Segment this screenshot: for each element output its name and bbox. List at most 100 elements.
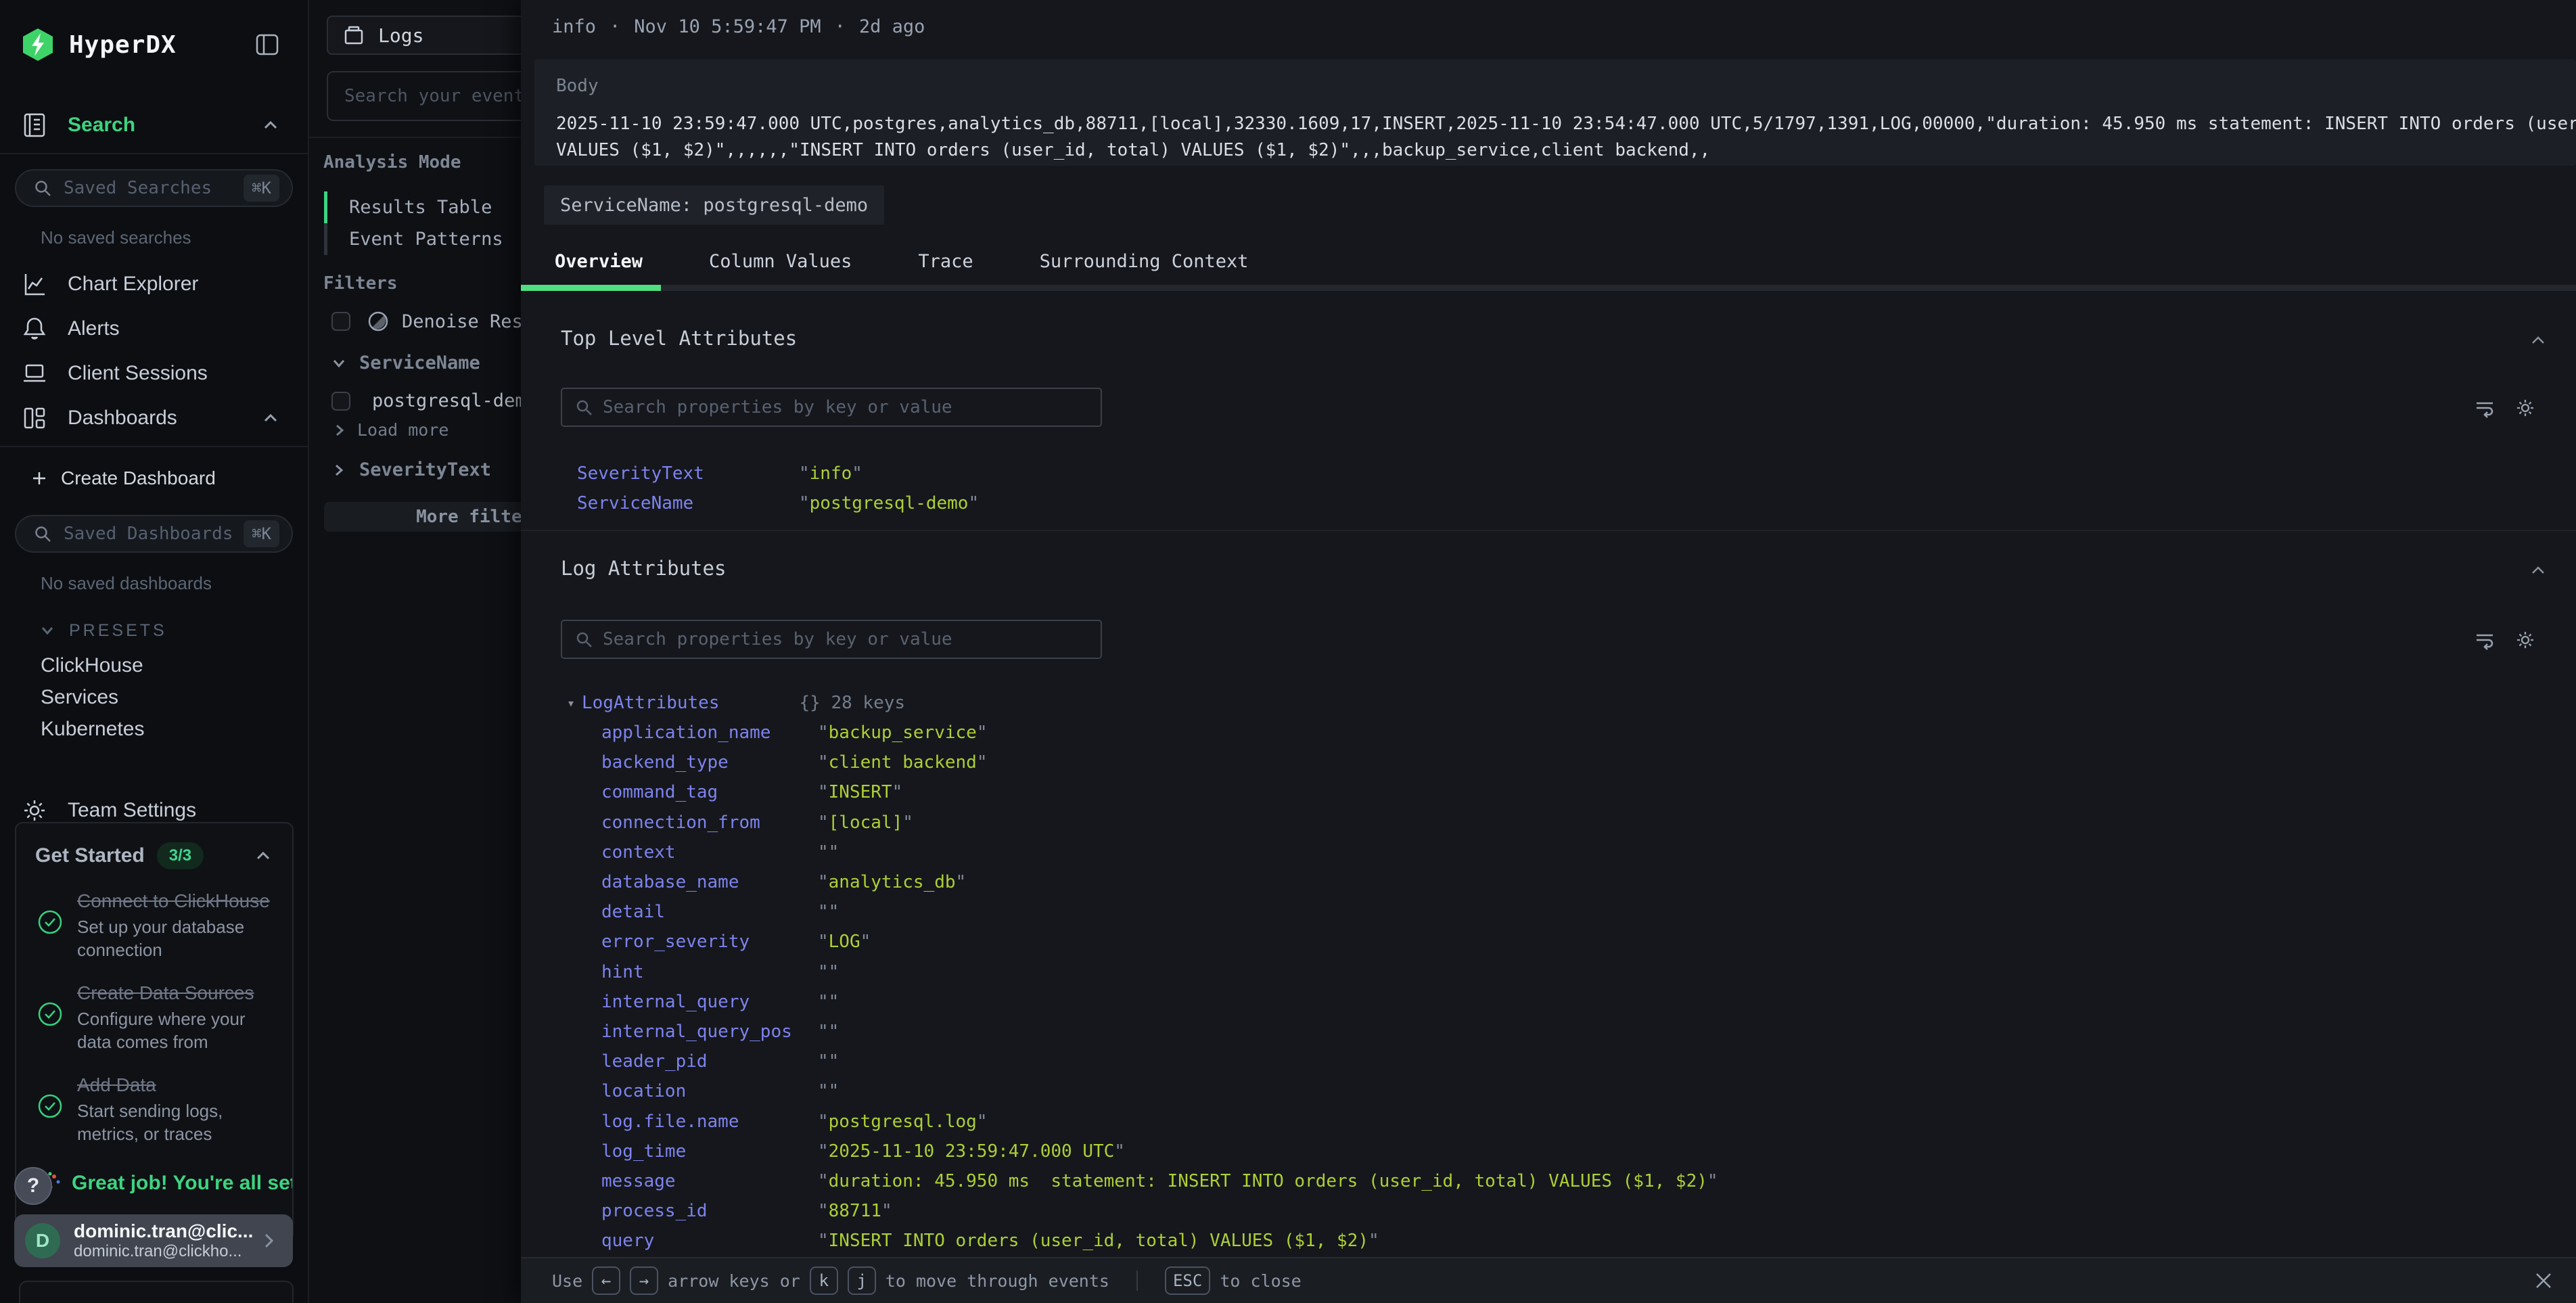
attribute-row[interactable]: SeverityText info <box>577 459 862 488</box>
attribute-value[interactable]: info <box>799 463 862 484</box>
caret-down-icon[interactable]: ▾ <box>567 695 582 711</box>
source-select[interactable]: Logs <box>327 16 550 55</box>
attribute-value[interactable] <box>818 1081 839 1101</box>
saved-searches-input[interactable]: Saved Searches ⌘K <box>15 169 293 207</box>
attribute-value[interactable]: INSERT INTO orders (user_id, total) VALU… <box>818 1231 1379 1251</box>
filter-group-severitytext[interactable]: SeverityText <box>329 459 491 480</box>
attribute-value[interactable]: 2025-11-10 23:59:47.000 UTC <box>818 1141 1125 1162</box>
get-started-item-add-data[interactable]: Add Data Start sending logs, metrics, or… <box>35 1074 273 1145</box>
tab-trace[interactable]: Trace <box>901 251 990 272</box>
user-menu[interactable]: D dominic.tran@clic... dominic.tran@clic… <box>14 1214 293 1267</box>
attribute-key[interactable]: detail <box>601 902 818 922</box>
text-wrap-icon[interactable] <box>2473 628 2496 652</box>
attribute-value[interactable]: client backend <box>818 752 987 773</box>
create-dashboard-button[interactable]: Create Dashboard <box>0 457 308 500</box>
attribute-key[interactable]: query <box>601 1231 818 1251</box>
attribute-row[interactable]: application_namebackup_service <box>601 718 2562 748</box>
help-button[interactable]: ? <box>14 1167 52 1205</box>
attribute-key[interactable]: leader_pid <box>601 1051 818 1072</box>
attribute-root-key[interactable]: LogAttributes <box>582 693 720 713</box>
gear-icon[interactable] <box>2514 396 2537 419</box>
attribute-value[interactable] <box>818 842 839 863</box>
attribute-row[interactable]: hint <box>601 957 2562 987</box>
attribute-value[interactable] <box>818 1022 839 1042</box>
attribute-key[interactable]: error_severity <box>601 932 818 952</box>
attribute-value[interactable]: [local] <box>818 813 913 833</box>
attribute-row[interactable]: log_time2025-11-10 23:59:47.000 UTC <box>601 1137 2562 1166</box>
attribute-row[interactable]: error_severityLOG <box>601 927 2562 957</box>
attribute-key[interactable]: ServiceName <box>577 493 799 513</box>
load-more-button[interactable]: Load more <box>331 420 448 440</box>
attribute-row[interactable]: location <box>601 1076 2562 1106</box>
esc-key[interactable]: ESC <box>1165 1266 1210 1295</box>
attribute-row[interactable]: detail <box>601 897 2562 927</box>
attribute-row[interactable]: queryINSERT INTO orders (user_id, total)… <box>601 1226 2562 1256</box>
attribute-key[interactable]: message <box>601 1171 818 1191</box>
attribute-key[interactable]: log.file.name <box>601 1112 818 1132</box>
preset-item-clickhouse[interactable]: ClickHouse <box>0 649 308 681</box>
attribute-key[interactable]: backend_type <box>601 752 818 773</box>
attribute-key[interactable]: log_time <box>601 1141 818 1162</box>
gear-icon[interactable] <box>2514 628 2537 652</box>
top-level-search-input[interactable]: Search properties by key or value <box>561 388 1102 427</box>
attribute-value[interactable]: backup_service <box>818 723 987 743</box>
attribute-row[interactable]: leader_pid <box>601 1047 2562 1076</box>
log-attributes-root-row[interactable]: ▾ LogAttributes {} 28 keys <box>567 688 905 718</box>
attribute-key[interactable]: internal_query_pos <box>601 1022 818 1042</box>
mode-event-patterns[interactable]: Event Patterns <box>324 223 503 255</box>
attribute-row[interactable]: process_id88711 <box>601 1196 2562 1226</box>
log-attributes-search-input[interactable]: Search properties by key or value <box>561 620 1102 659</box>
attribute-row[interactable]: internal_query_pos <box>601 1017 2562 1047</box>
attribute-row[interactable]: log.file.namepostgresql.log <box>601 1106 2562 1136</box>
close-icon[interactable] <box>2531 1268 2556 1293</box>
arrow-left-key[interactable]: ← <box>592 1266 620 1295</box>
sidebar-item-alerts[interactable]: Alerts <box>0 306 308 351</box>
attribute-value[interactable]: INSERT <box>818 782 902 802</box>
tab-overview[interactable]: Overview <box>538 251 660 272</box>
attribute-key[interactable]: database_name <box>601 872 818 892</box>
attribute-key[interactable]: process_id <box>601 1201 818 1221</box>
attribute-key[interactable]: application_name <box>601 723 818 743</box>
chevron-up-icon[interactable] <box>253 846 273 866</box>
preset-item-services[interactable]: Services <box>0 681 308 713</box>
attribute-key[interactable]: internal_query <box>601 992 818 1012</box>
attribute-value[interactable] <box>818 962 839 982</box>
text-wrap-icon[interactable] <box>2473 396 2496 419</box>
get-started-item-sources[interactable]: Create Data Sources Configure where your… <box>35 982 273 1053</box>
attribute-value[interactable]: LOG <box>818 932 871 952</box>
saved-dashboards-input[interactable]: Saved Dashboards ⌘K <box>15 515 293 553</box>
sidebar-item-dashboards[interactable]: Dashboards <box>0 396 308 440</box>
attribute-row[interactable]: ServiceName postgresql-demo <box>577 488 979 518</box>
checkbox-unchecked[interactable] <box>331 312 350 331</box>
collapse-section-icon[interactable] <box>2527 559 2549 581</box>
attribute-row[interactable]: context <box>601 838 2562 867</box>
get-started-item-connect[interactable]: Connect to ClickHouse Set up your databa… <box>35 890 273 961</box>
presets-toggle[interactable]: PRESETS <box>38 617 308 644</box>
attribute-value[interactable]: postgresql.log <box>818 1112 987 1132</box>
filter-group-servicename[interactable]: ServiceName <box>329 352 480 373</box>
sidebar-item-search[interactable]: Search <box>0 103 308 147</box>
attribute-value[interactable]: analytics_db <box>818 872 966 892</box>
mode-results-table[interactable]: Results Table <box>324 191 492 223</box>
attribute-key[interactable]: location <box>601 1081 818 1101</box>
service-name-tag[interactable]: ServiceName: postgresql-demo <box>544 185 884 225</box>
tab-column-values[interactable]: Column Values <box>692 251 869 272</box>
collapse-section-icon[interactable] <box>2527 329 2549 351</box>
attribute-row[interactable]: command_tagINSERT <box>601 777 2562 807</box>
attribute-row[interactable]: internal_query <box>601 987 2562 1017</box>
j-key[interactable]: j <box>848 1266 876 1295</box>
attribute-row[interactable]: messageduration: 45.950 ms statement: IN… <box>601 1166 2562 1196</box>
sidebar-collapse-icon[interactable] <box>254 31 281 58</box>
sidebar-item-chart-explorer[interactable]: Chart Explorer <box>0 262 308 306</box>
attribute-key[interactable]: command_tag <box>601 782 818 802</box>
preset-item-kubernetes[interactable]: Kubernetes <box>0 713 308 745</box>
attribute-value[interactable]: postgresql-demo <box>799 493 979 513</box>
attribute-row[interactable]: connection_from[local] <box>601 808 2562 838</box>
attribute-value[interactable] <box>818 1051 839 1072</box>
attribute-key[interactable]: connection_from <box>601 813 818 833</box>
attribute-row[interactable]: backend_typeclient backend <box>601 748 2562 777</box>
checkbox-unchecked[interactable] <box>331 392 350 411</box>
attribute-key[interactable]: context <box>601 842 818 863</box>
filter-option-postgresql-demo[interactable]: postgresql-demo <box>331 390 537 411</box>
attribute-value[interactable] <box>818 902 839 922</box>
